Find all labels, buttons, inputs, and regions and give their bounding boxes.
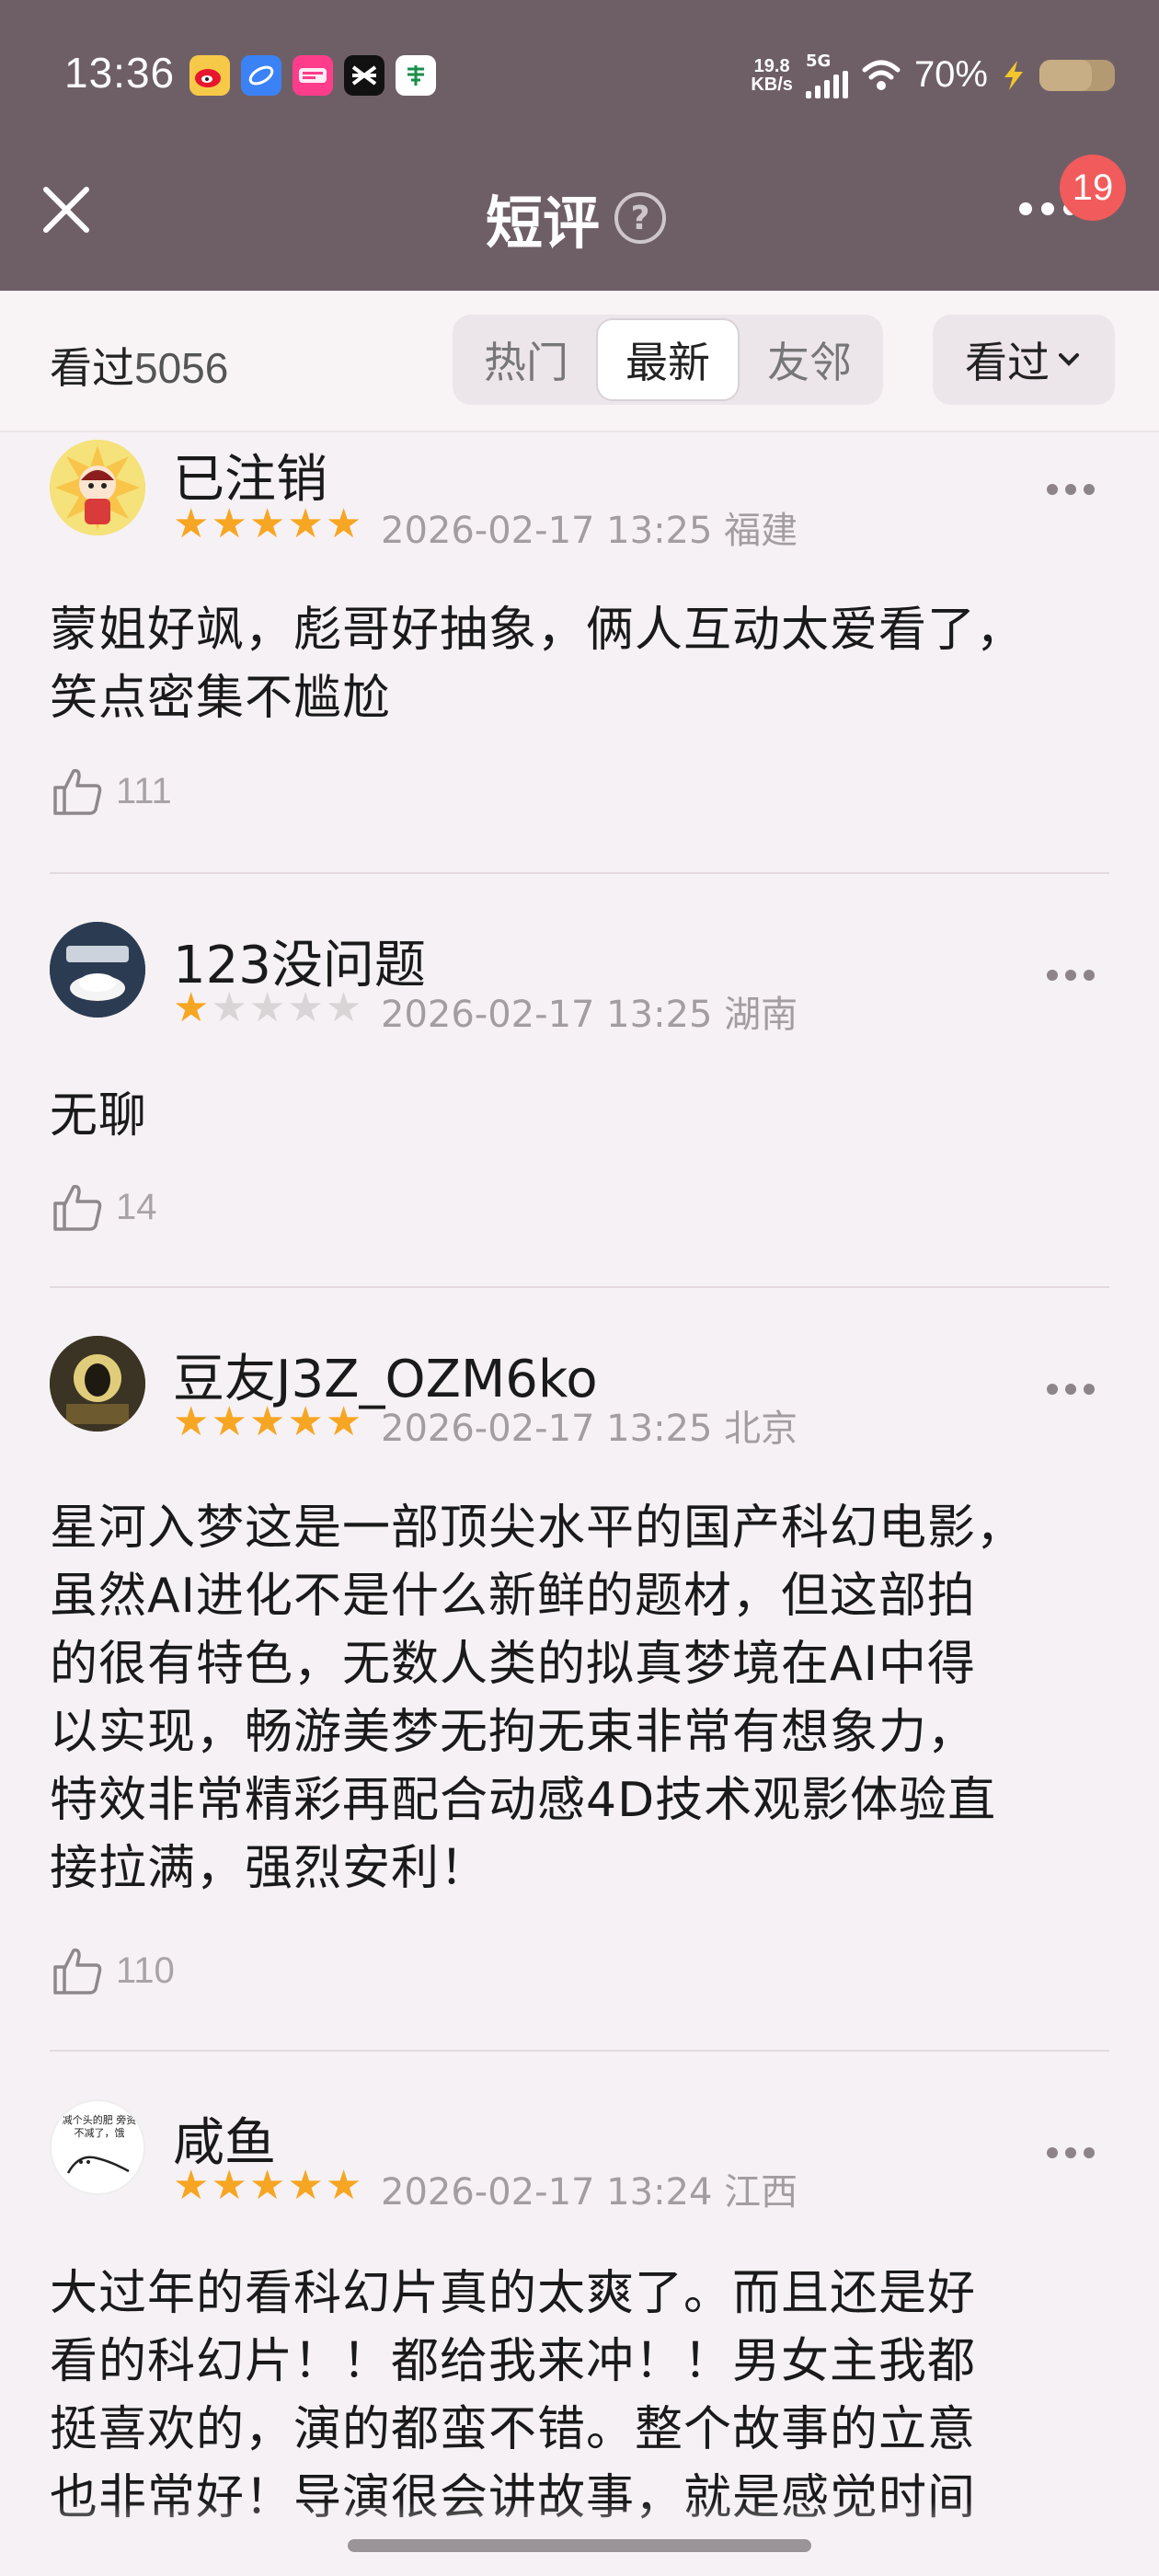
review-location: 北京	[724, 1408, 798, 1450]
star-filled-icon: ★	[248, 500, 286, 547]
star-empty-icon: ★	[287, 984, 324, 1031]
browser-icon	[241, 55, 281, 96]
review-meta: 2026-02-17 13:25 湖南	[381, 984, 798, 1038]
star-filled-icon: ★	[173, 500, 210, 547]
avatar[interactable]	[50, 440, 145, 535]
review-date: 2026-02-17 13:24	[381, 2171, 713, 2214]
title-bar: 短评 ? 19	[0, 155, 1159, 291]
thumbs-up-icon	[53, 1184, 102, 1231]
star-empty-icon: ★	[325, 984, 362, 1031]
star-filled-icon: ★	[248, 2162, 286, 2209]
status-bar: 13:36 19.8 KB/s 5G 70%	[0, 0, 1159, 155]
shop-icon	[293, 55, 333, 96]
like-count: 14	[116, 1186, 157, 1227]
star-empty-icon: ★	[211, 984, 247, 1031]
star-empty-icon: ★	[248, 984, 286, 1031]
divider	[50, 2050, 1109, 2052]
star-filled-icon: ★	[287, 500, 324, 547]
capcut-icon	[344, 55, 384, 96]
star-filled-icon: ★	[211, 500, 247, 547]
tab-latest[interactable]: 最新	[596, 318, 740, 401]
notification-badge[interactable]: 19	[1060, 155, 1126, 221]
star-filled-icon: ★	[173, 984, 210, 1031]
like-button[interactable]: 14	[50, 1179, 157, 1235]
close-icon	[43, 187, 89, 233]
close-button[interactable]	[37, 180, 96, 239]
thumbs-up-icon	[53, 1948, 102, 1995]
post-icon	[396, 55, 436, 96]
review-content: 无聊	[50, 1088, 148, 1144]
star-filled-icon: ★	[287, 2162, 324, 2209]
tab-friends[interactable]: 友邻	[740, 318, 879, 401]
charging-icon	[1004, 60, 1023, 90]
divider	[50, 872, 1109, 874]
review-content: 蒙姐好飒，彪哥好抽象，俩人互动太爱看了， 笑点密集不尴尬	[50, 603, 1026, 726]
avatar[interactable]	[50, 1336, 145, 1432]
review-more-button[interactable]	[1047, 2147, 1095, 2158]
like-button[interactable]: 111	[50, 764, 172, 819]
like-button[interactable]: 110	[50, 1943, 175, 1998]
review-meta: 2026-02-17 13:24 江西	[381, 2162, 798, 2215]
rating-stars: ★ ★ ★ ★ ★	[173, 988, 361, 1029]
avatar[interactable]	[50, 922, 145, 1018]
home-indicator[interactable]	[348, 2539, 811, 2552]
star-filled-icon: ★	[211, 2162, 247, 2209]
chevron-down-icon	[1059, 353, 1079, 366]
review-content: 大过年的看科幻片真的太爽了。而且还是好 看的科幻片！！都给我来冲！！男女主我都 …	[50, 2266, 977, 2525]
status-app-icons	[189, 55, 436, 96]
star-filled-icon: ★	[173, 2162, 210, 2209]
review-location: 江西	[724, 2171, 798, 2214]
star-filled-icon: ★	[325, 500, 362, 547]
title-group: 短评 ?	[486, 177, 667, 259]
thumbs-up-icon	[53, 768, 102, 815]
status-time: 13:36	[64, 49, 176, 97]
review-more-button[interactable]	[1047, 484, 1095, 495]
review-location: 福建	[724, 510, 798, 552]
review-meta: 2026-02-17 13:25 北京	[381, 1398, 798, 1452]
help-icon[interactable]: ?	[614, 192, 667, 244]
star-filled-icon: ★	[248, 1398, 286, 1445]
star-filled-icon: ★	[325, 1398, 362, 1445]
like-count: 111	[116, 770, 172, 811]
status-dropdown[interactable]: 看过	[933, 315, 1115, 405]
battery-percent: 70%	[913, 54, 988, 95]
status-indicators: 19.8 KB/s 5G 70%	[751, 52, 1115, 98]
tab-hot[interactable]: 热门	[456, 318, 596, 401]
review-date: 2026-02-17 13:25	[381, 510, 713, 552]
battery-icon	[1039, 59, 1115, 91]
net-speed: 19.8 KB/s	[751, 55, 793, 95]
star-filled-icon: ★	[211, 1398, 247, 1445]
sort-tabs: 热门 最新 友邻	[453, 315, 883, 405]
avatar[interactable]: 减个头的肥 旁资不减了，饿	[50, 2099, 145, 2195]
star-filled-icon: ★	[287, 1398, 324, 1445]
review-date: 2026-02-17 13:25	[381, 1408, 713, 1450]
filter-bar: 看过5056 热门 最新 友邻 看过	[0, 291, 1159, 432]
review-more-button[interactable]	[1047, 1384, 1095, 1395]
like-count: 110	[116, 1949, 175, 1991]
divider	[50, 1286, 1109, 1288]
page-title: 短评	[486, 190, 601, 257]
rating-stars: ★ ★ ★ ★ ★	[173, 2166, 361, 2206]
seen-count: 看过5056	[50, 343, 229, 393]
review-more-button[interactable]	[1047, 970, 1095, 981]
review-content: 星河入梦这是一部顶尖水平的国产科幻电影， 虽然AI进化不是什么新鲜的题材，但这部…	[50, 1501, 1026, 1896]
rating-stars: ★ ★ ★ ★ ★	[173, 1402, 361, 1443]
review-location: 湖南	[724, 994, 798, 1036]
star-filled-icon: ★	[173, 1398, 210, 1445]
weibo-icon	[189, 55, 230, 96]
rating-stars: ★ ★ ★ ★ ★	[173, 504, 361, 545]
star-filled-icon: ★	[325, 2162, 362, 2209]
review-date: 2026-02-17 13:25	[381, 994, 713, 1036]
signal-icon: 5G	[805, 52, 848, 98]
review-meta: 2026-02-17 13:25 福建	[381, 500, 798, 554]
wifi-icon	[862, 60, 901, 90]
